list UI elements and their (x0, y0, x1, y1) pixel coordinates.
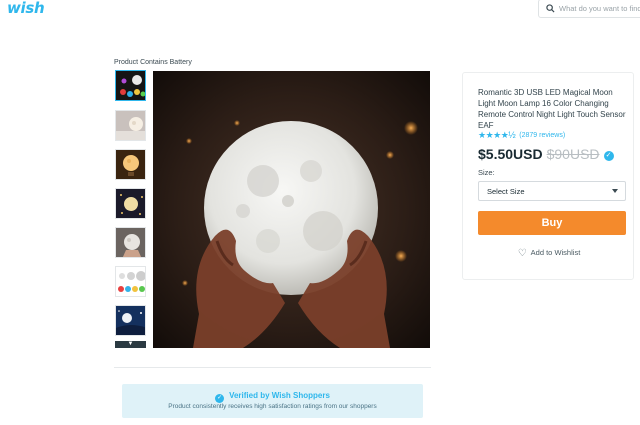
thumb-color-moons[interactable] (115, 70, 146, 101)
search-box[interactable]: What do you want to find? (538, 0, 640, 18)
original-price: $90USD (546, 146, 600, 162)
thumb-moon-sky[interactable] (115, 305, 146, 336)
thumb-moon-night[interactable] (115, 188, 146, 219)
search-icon (546, 4, 555, 13)
verified-check-icon: ✓ (215, 394, 225, 403)
thumb-moon-sizes[interactable] (115, 266, 146, 297)
verified-banner: ✓ Verified by Wish Shoppers Product consi… (122, 384, 423, 418)
chevron-down-icon (612, 189, 618, 193)
product-rating: ★★★★½ (2879 reviews) (478, 130, 565, 140)
size-select[interactable]: Select Size (478, 181, 626, 201)
thumb-moon-room[interactable] (115, 110, 146, 141)
size-select-value: Select Size (487, 187, 525, 196)
thumb-moon-hand[interactable] (115, 227, 146, 258)
add-to-wishlist-button[interactable]: ♡ Add to Wishlist (463, 248, 635, 259)
verified-subtitle: Product consistently receives high satis… (168, 403, 377, 410)
buy-button[interactable]: Buy (478, 211, 626, 235)
wish-logo[interactable]: wish (7, 0, 45, 17)
top-header: wish What do you want to find? (0, 0, 640, 18)
star-rating-icon: ★★★★½ (478, 130, 516, 140)
search-input[interactable]: What do you want to find? (559, 4, 640, 13)
heart-icon: ♡ (517, 248, 527, 259)
thumb-moon-stand[interactable] (115, 149, 146, 180)
main-product-image (153, 71, 430, 348)
product-title: Romantic 3D USB LED Magical Moon Light M… (478, 88, 626, 130)
size-label: Size: (478, 168, 495, 177)
reviews-link[interactable]: (2879 reviews) (519, 132, 565, 139)
thumbnail-scroll-down-icon[interactable]: ▼ (115, 341, 146, 348)
section-divider (114, 367, 431, 368)
verified-title: ✓ Verified by Wish Shoppers (215, 391, 330, 403)
battery-notice: Product Contains Battery (114, 59, 192, 66)
price-row: $5.50USD $90USD ✓ (478, 146, 614, 164)
purchase-panel: Romantic 3D USB LED Magical Moon Light M… (462, 72, 634, 280)
current-price: $5.50USD (478, 146, 543, 162)
verified-badge-icon: ✓ (603, 151, 614, 161)
